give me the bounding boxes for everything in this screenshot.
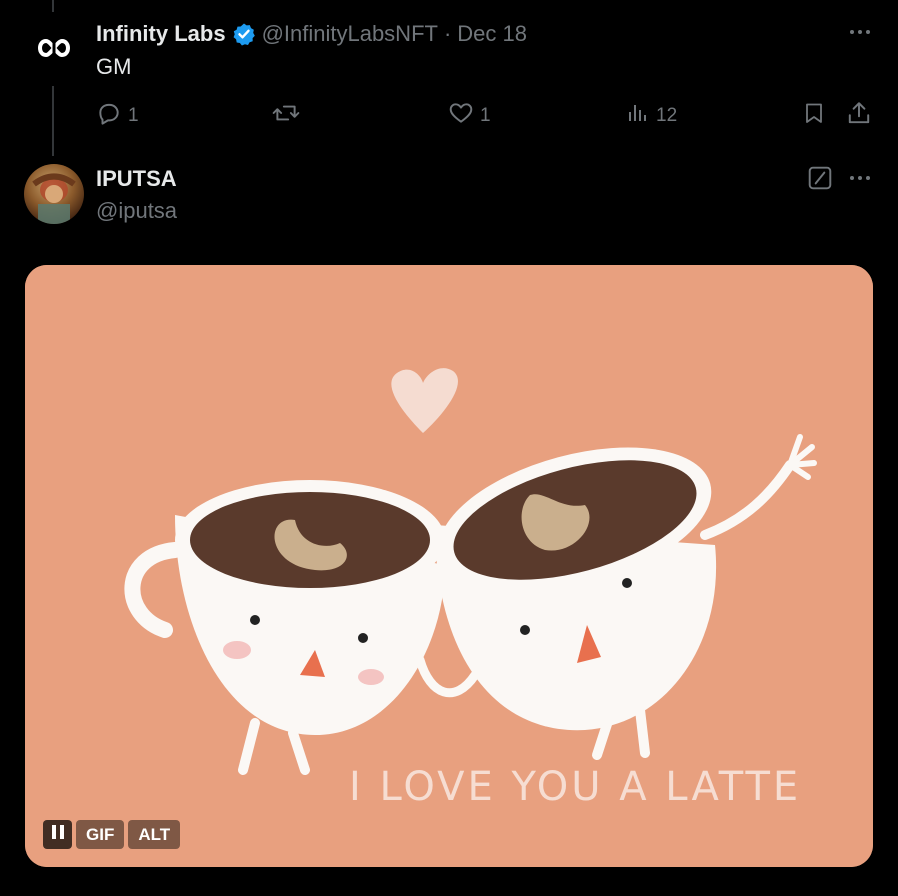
thread-line-top <box>52 0 54 12</box>
thread-line-bottom <box>52 86 54 156</box>
handle[interactable]: @InfinityLabsNFT <box>262 21 438 47</box>
views-button[interactable]: 12 <box>626 100 677 132</box>
reply-button[interactable]: 1 <box>96 100 139 132</box>
media-badges: GIF ALT <box>43 820 181 849</box>
more-horizontal-icon <box>848 20 872 49</box>
verified-badge-icon[interactable] <box>232 22 256 46</box>
like-button[interactable]: 1 <box>448 100 491 132</box>
repost-button[interactable] <box>272 100 306 132</box>
display-name[interactable]: IPUTSA <box>96 166 177 192</box>
repost-icon <box>272 100 300 132</box>
bookmark-icon <box>802 100 826 132</box>
avatar[interactable] <box>24 164 84 224</box>
infinity-logo-icon <box>34 37 74 64</box>
action-bar: 1 1 12 <box>96 100 876 132</box>
share-button[interactable] <box>846 100 872 132</box>
more-options-button[interactable] <box>846 166 874 194</box>
pause-button[interactable] <box>43 820 72 849</box>
timeline: Infinity Labs @InfinityLabsNFT · Dec 18 … <box>0 0 898 896</box>
alt-text-button[interactable]: ALT <box>128 820 181 849</box>
gif-badge: GIF <box>76 820 125 849</box>
display-name[interactable]: Infinity Labs <box>96 21 226 47</box>
reply-icon <box>96 100 122 132</box>
views-count: 12 <box>656 105 678 126</box>
bookmark-button[interactable] <box>802 100 826 132</box>
separator: · <box>443 21 452 46</box>
like-count: 1 <box>480 105 491 126</box>
heart-icon <box>448 100 474 132</box>
slash-square-icon <box>807 165 833 196</box>
gif-media[interactable]: I LOVE YOU A LATTE GIF ALT <box>25 265 873 867</box>
more-horizontal-icon <box>848 166 872 195</box>
more-options-button[interactable] <box>846 20 874 48</box>
gif-caption: I LOVE YOU A LATTE <box>349 764 801 810</box>
latte-cups-illustration: I LOVE YOU A LATTE <box>25 265 873 867</box>
share-upload-icon <box>846 100 872 132</box>
grok-button[interactable] <box>806 166 834 194</box>
handle[interactable]: @iputsa <box>96 198 177 224</box>
views-chart-icon <box>626 100 650 132</box>
tweet-text: GM <box>96 54 132 79</box>
timestamp[interactable]: Dec 18 <box>457 21 527 47</box>
tweet-header: Infinity Labs @InfinityLabsNFT · Dec 18 <box>96 20 527 48</box>
avatar[interactable] <box>24 20 84 80</box>
reply-count: 1 <box>128 105 139 126</box>
pause-icon <box>51 824 65 845</box>
